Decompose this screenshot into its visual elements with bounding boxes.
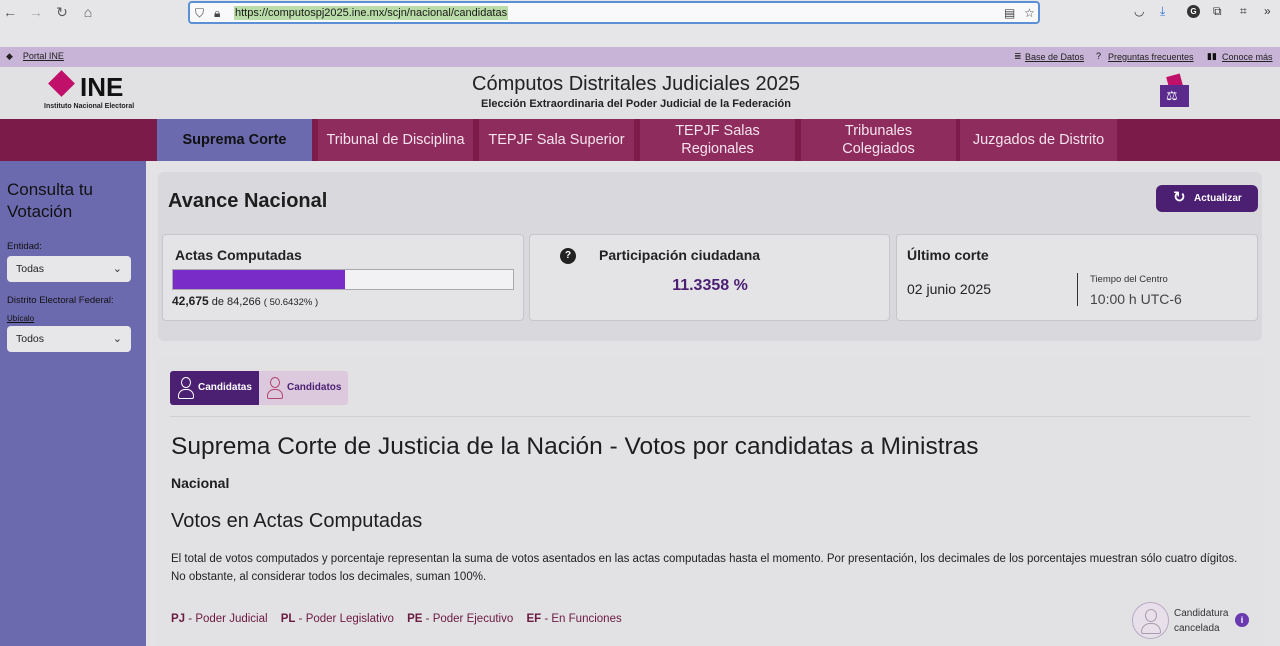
lock-icon[interactable]: 🔒︎ (214, 5, 220, 21)
legend-item-pl: PL - Poder Legislativo (280, 613, 394, 625)
account-icon[interactable]: G (1187, 5, 1200, 18)
divider (1077, 273, 1078, 306)
url-text[interactable]: https://computospj2025.ine.mx/scjn/nacio… (234, 6, 509, 20)
extensions-icon[interactable]: ⧉ (1213, 3, 1222, 19)
info-icon[interactable]: i (1235, 613, 1249, 627)
sidebar: Consulta tu Votación Entidad: Todas ⌄ Di… (0, 161, 146, 646)
main-content: Candidatas Candidatos Suprema Corte de J… (156, 356, 1264, 646)
description-text: El total de votos computados y porcentaj… (171, 553, 1238, 583)
votes-heading: Votos en Actas Computadas (171, 510, 423, 532)
actas-count: 42,675 de 84,266 ( 50.6432% ) (172, 294, 319, 308)
question-icon: ? (1096, 51, 1102, 61)
browser-toolbar: ← → ↻ ⌂ ⛉ 🔒︎ https://computospj2025.ine.… (0, 0, 1280, 47)
database-icon: ≣ (1014, 51, 1022, 61)
page-subtitle: Elección Extraordinaria del Poder Judici… (481, 98, 791, 110)
bookmark-star-icon[interactable]: ☆ (1024, 5, 1035, 21)
corte-time: 10:00 h UTC-6 (1090, 291, 1182, 307)
section-heading: Suprema Corte de Justicia de la Nación -… (171, 433, 979, 460)
download-icon[interactable]: ⤓ (1160, 3, 1165, 19)
distrito-select[interactable]: Todos ⌄ (7, 326, 131, 352)
divider (170, 416, 1250, 417)
corte-time-label: Tiempo del Centro (1090, 274, 1168, 285)
legend-item-pe: PE - Poder Ejecutivo (407, 613, 514, 625)
actas-progress-fill (173, 270, 346, 289)
legend-item-ef: EF - En Funciones (526, 613, 622, 625)
tab-tepjf-salas-regionales[interactable]: TEPJF Salas Regionales (640, 119, 795, 161)
sidebar-title: Consulta tu Votación (7, 180, 93, 221)
reload-icon[interactable]: ↻ (52, 3, 72, 21)
man-icon (267, 376, 283, 400)
avance-nacional-card: Avance Nacional ↻ Actualizar Actas Compu… (158, 172, 1262, 341)
candidatas-button[interactable]: Candidatas (170, 371, 259, 405)
candidatos-button[interactable]: Candidatos (259, 371, 348, 405)
ultimo-corte-box: Último corte 02 junio 2025 Tiempo del Ce… (896, 234, 1258, 321)
page-title: Cómputos Distritales Judiciales 2025 (472, 73, 800, 95)
pocket-icon[interactable]: ◡ (1134, 3, 1144, 19)
actas-progress-bar (172, 269, 514, 290)
shield-icon[interactable]: ⛉ (195, 5, 204, 21)
corte-date: 02 junio 2025 (907, 281, 992, 297)
conoce-mas-link[interactable]: Conoce más (1222, 52, 1273, 62)
legend-item-pj: PJ - Poder Judicial (171, 613, 268, 625)
actas-title: Actas Computadas (175, 247, 302, 263)
refresh-icon: ↻ (1173, 189, 1186, 206)
actualizar-button[interactable]: ↻ Actualizar (1156, 185, 1258, 212)
chevron-down-icon: ⌄ (112, 333, 122, 345)
chevron-down-icon: ⌄ (112, 263, 122, 275)
scope-label: Nacional (171, 475, 230, 491)
reader-view-icon[interactable]: ▤ (1004, 5, 1015, 21)
diamond-icon: ◆ (6, 51, 13, 61)
woman-icon (178, 376, 194, 400)
actas-computadas-box: Actas Computadas 42,675 de 84,266 ( 50.6… (162, 234, 524, 321)
tab-tepjf-sala-superior[interactable]: TEPJF Sala Superior (479, 119, 634, 161)
tab-tribunales-colegiados[interactable]: Tribunales Colegiados (801, 119, 956, 161)
court-tabs: Suprema Corte Tribunal de Disciplina TEP… (0, 119, 1280, 161)
base-de-datos-link[interactable]: Base de Datos (1025, 52, 1084, 62)
entidad-select[interactable]: Todas ⌄ (7, 256, 131, 282)
entidad-label: Entidad: (7, 241, 42, 252)
avance-title: Avance Nacional (168, 190, 328, 212)
address-bar[interactable]: ⛉ 🔒︎ https://computospj2025.ine.mx/scjn/… (188, 1, 1040, 24)
forward-icon[interactable]: → (26, 3, 46, 21)
tab-tribunal-de-disciplina[interactable]: Tribunal de Disciplina (318, 119, 473, 161)
participacion-box: ? Participación ciudadana 11.3358 % (529, 234, 890, 321)
ballot-justice-icon: ⚖ (1160, 73, 1189, 107)
candidatura-cancelada-label: Candidatura cancelada (1174, 608, 1229, 634)
power-legend: PJ - Poder Judicial PL - Poder Legislati… (171, 613, 632, 625)
corte-title: Último corte (907, 247, 989, 263)
tab-juzgados-de-distrito[interactable]: Juzgados de Distrito (960, 119, 1117, 161)
crop-icon[interactable]: ⌗ (1240, 3, 1247, 19)
participacion-title: Participación ciudadana (599, 247, 761, 263)
site-header: INE Instituto Nacional Electoral Cómputo… (0, 67, 1280, 119)
distrito-label: Distrito Electoral Federal: (7, 295, 114, 306)
cancelled-candidate-icon (1132, 602, 1169, 639)
ubicalo-link[interactable]: Ubícalo (7, 314, 34, 323)
tab-suprema-corte[interactable]: Suprema Corte (157, 119, 312, 161)
home-icon[interactable]: ⌂ (78, 3, 98, 21)
preguntas-frecuentes-link[interactable]: Preguntas frecuentes (1108, 52, 1194, 62)
book-icon: ▮▮ (1207, 51, 1217, 61)
participacion-value: 11.3358 % (672, 277, 748, 294)
portal-ine-link[interactable]: ◆ Portal INE (6, 51, 64, 62)
question-circle-icon[interactable]: ? (560, 248, 576, 264)
utility-bar: ◆ Portal INE ≣ Base de Datos ? Preguntas … (0, 47, 1280, 67)
menu-icon[interactable]: » (1264, 3, 1271, 19)
back-icon[interactable]: ← (0, 3, 20, 21)
